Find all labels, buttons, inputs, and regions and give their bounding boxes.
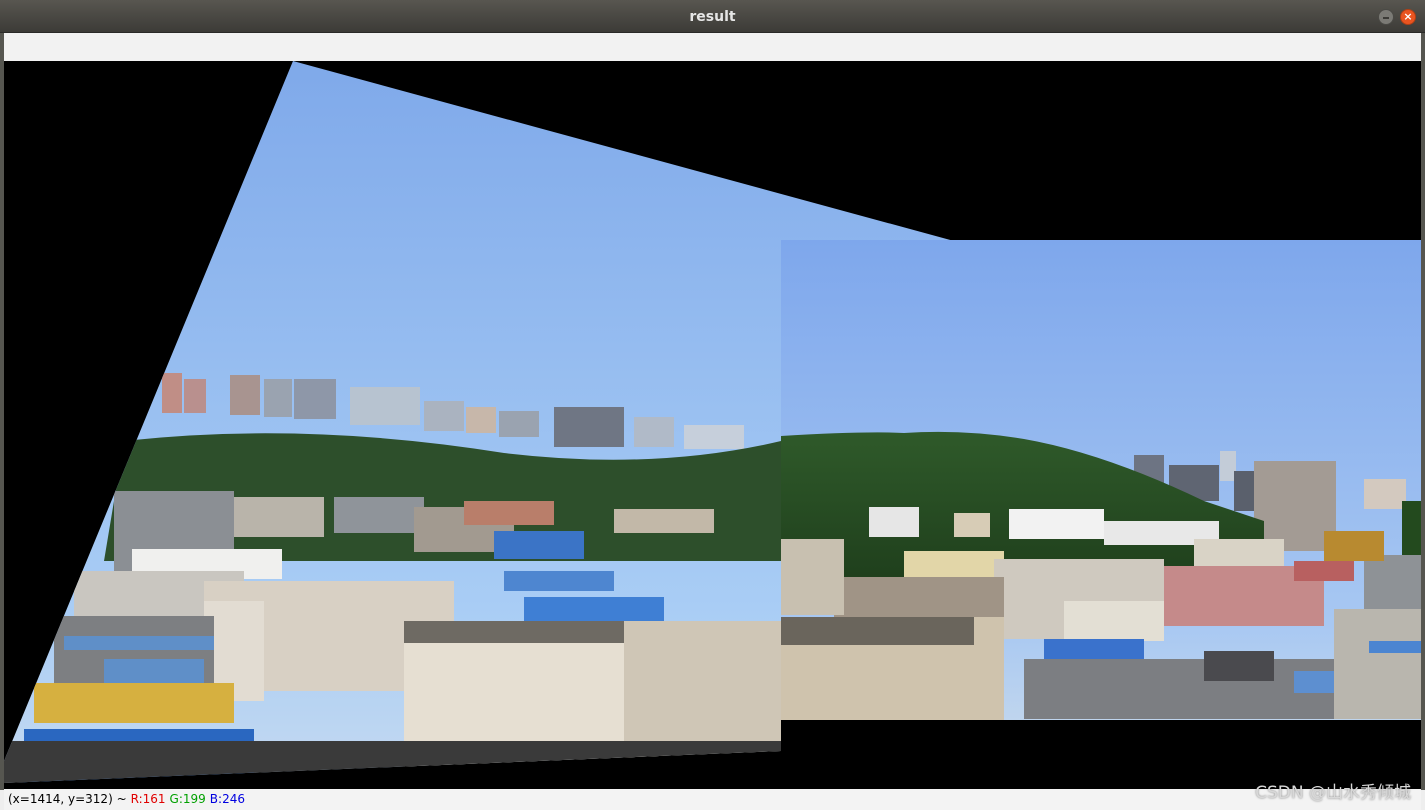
watermark: CSDN @山水秀倾城 (1255, 783, 1411, 803)
minimize-icon[interactable] (1378, 9, 1394, 25)
stitched-panorama-image (4, 61, 1421, 783)
pixel-green-value: G:199 (169, 792, 206, 806)
cursor-coordinates: (x=1414, y=312) ~ (8, 792, 127, 806)
close-icon[interactable]: × (1400, 9, 1416, 25)
window-title: result (689, 9, 736, 25)
image-canvas[interactable] (4, 61, 1421, 789)
pixel-red-value: R:161 (130, 792, 166, 806)
app-window: result × (x=1414, y=312) ~ R:161 G:199 B… (0, 0, 1425, 810)
title-bar[interactable]: result × (0, 0, 1425, 33)
pixel-blue-value: B:246 (209, 792, 245, 806)
window-border-right (1421, 33, 1425, 790)
status-bar: (x=1414, y=312) ~ R:161 G:199 B:246 (4, 789, 1421, 810)
toolbar (4, 33, 1421, 61)
